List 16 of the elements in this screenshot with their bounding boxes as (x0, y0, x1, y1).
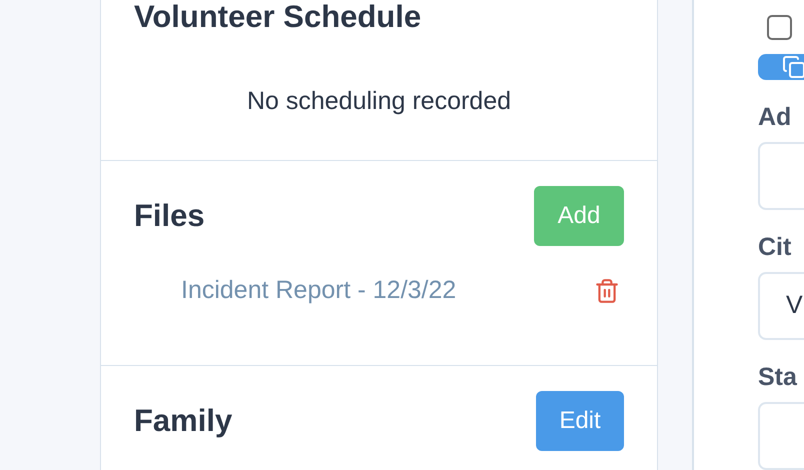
checkbox[interactable] (767, 15, 792, 40)
copy-icon (782, 55, 804, 79)
field-label: Sta (758, 362, 798, 392)
edit-button[interactable]: Edit (536, 391, 624, 451)
input-field[interactable]: V (758, 272, 804, 340)
add-button[interactable]: Add (534, 186, 624, 246)
section-title: Volunteer Schedule (134, 0, 422, 34)
delete-icon[interactable] (594, 278, 620, 304)
empty-message: No scheduling recorded (246, 86, 512, 117)
file-link[interactable]: Incident Report - 12/3/22 (181, 272, 456, 310)
field-value: V (786, 290, 803, 322)
field-label: Ad (758, 102, 792, 132)
field-label: Cit (758, 232, 792, 262)
copy-button[interactable] (758, 54, 804, 80)
section-title: Files (134, 196, 205, 235)
section-title: Family (134, 402, 232, 440)
